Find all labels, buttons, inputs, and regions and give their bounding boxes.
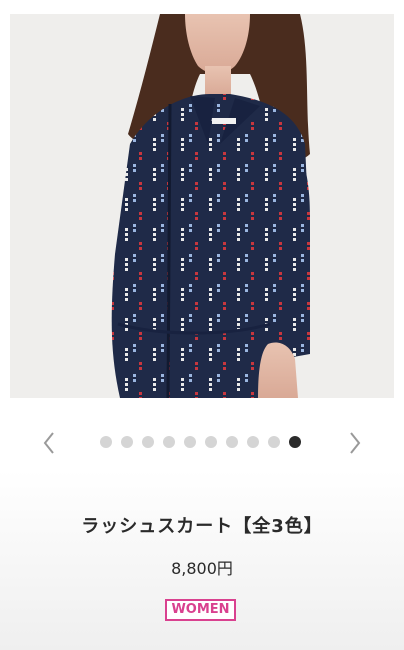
product-price: 8,800円	[171, 559, 233, 578]
carousel-pagination	[100, 436, 301, 448]
carousel-dot[interactable]	[184, 436, 196, 448]
carousel-dot[interactable]	[163, 436, 175, 448]
category-badge[interactable]: WOMEN	[165, 599, 236, 621]
image-carousel-controls	[0, 425, 404, 459]
carousel-dot[interactable]	[247, 436, 259, 448]
chevron-left-icon[interactable]	[38, 431, 62, 455]
carousel-dot[interactable]	[205, 436, 217, 448]
carousel-dot[interactable]	[121, 436, 133, 448]
chevron-right-icon[interactable]	[342, 431, 366, 455]
product-image[interactable]	[10, 14, 394, 398]
product-title: ラッシュスカート【全3色】	[81, 516, 323, 537]
carousel-dot[interactable]	[142, 436, 154, 448]
carousel-dot[interactable]	[100, 436, 112, 448]
carousel-dot[interactable]	[226, 436, 238, 448]
product-detail-page: ラッシュスカート【全3色】 8,800円 WOMEN	[0, 0, 404, 650]
carousel-dot[interactable]	[289, 436, 301, 448]
carousel-dot[interactable]	[268, 436, 280, 448]
